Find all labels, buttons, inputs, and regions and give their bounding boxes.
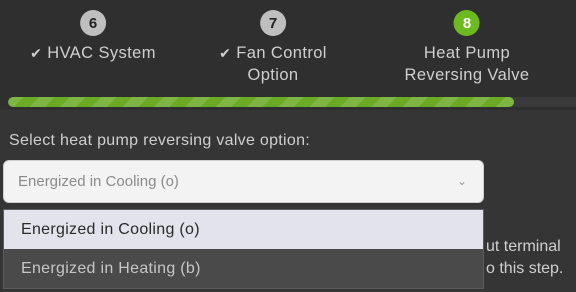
step-7-label-line2: Option bbox=[247, 66, 299, 84]
step-6-label-row: ✔ HVAC System bbox=[30, 42, 156, 64]
option-energized-in-heating[interactable]: Energized in Heating (b) bbox=[4, 249, 483, 288]
checkmark-icon: ✔ bbox=[219, 45, 232, 61]
reversing-valve-select[interactable]: Energized in Cooling (o) ⌄ bbox=[3, 160, 484, 203]
help-text: ut terminal o this step. bbox=[486, 236, 576, 280]
reversing-valve-dropdown-menu: Energized in Cooling (o) Energized in He… bbox=[3, 209, 484, 289]
step-7-label-line1: Fan Control bbox=[236, 44, 327, 62]
reversing-valve-prompt: Select heat pump reversing valve option: bbox=[9, 132, 311, 149]
step-6-number: 6 bbox=[79, 10, 106, 36]
checkmark-icon: ✔ bbox=[30, 45, 43, 61]
step-8[interactable]: 8 Heat Pump Reversing Valve bbox=[405, 10, 530, 86]
step-8-label-line1: Heat Pump bbox=[423, 44, 511, 62]
step-8-label-row: Heat Pump Reversing Valve bbox=[405, 42, 530, 86]
chevron-down-icon[interactable]: ⌄ bbox=[457, 174, 467, 188]
step-6-label: HVAC System bbox=[47, 44, 156, 62]
step-8-label-line2: Reversing Valve bbox=[404, 66, 530, 84]
step-7[interactable]: 7 ✔ Fan Control Option bbox=[219, 10, 327, 86]
help-text-line1: ut terminal bbox=[486, 238, 561, 255]
option-energized-in-cooling[interactable]: Energized in Cooling (o) bbox=[4, 210, 483, 249]
progress-bar bbox=[8, 97, 576, 107]
progress-bar-fill bbox=[8, 97, 514, 107]
step-7-number: 7 bbox=[260, 10, 286, 36]
step-indicator: 6 ✔ HVAC System 7 ✔ Fan Control Option 8 H… bbox=[0, 0, 576, 110]
step-8-number: 8 bbox=[453, 10, 480, 36]
help-text-line2: o this step. bbox=[486, 260, 564, 277]
step-6[interactable]: 6 ✔ HVAC System bbox=[30, 10, 156, 64]
step-7-label-row: ✔ Fan Control Option bbox=[219, 42, 327, 86]
select-current-value: Energized in Cooling (o) bbox=[18, 173, 179, 190]
